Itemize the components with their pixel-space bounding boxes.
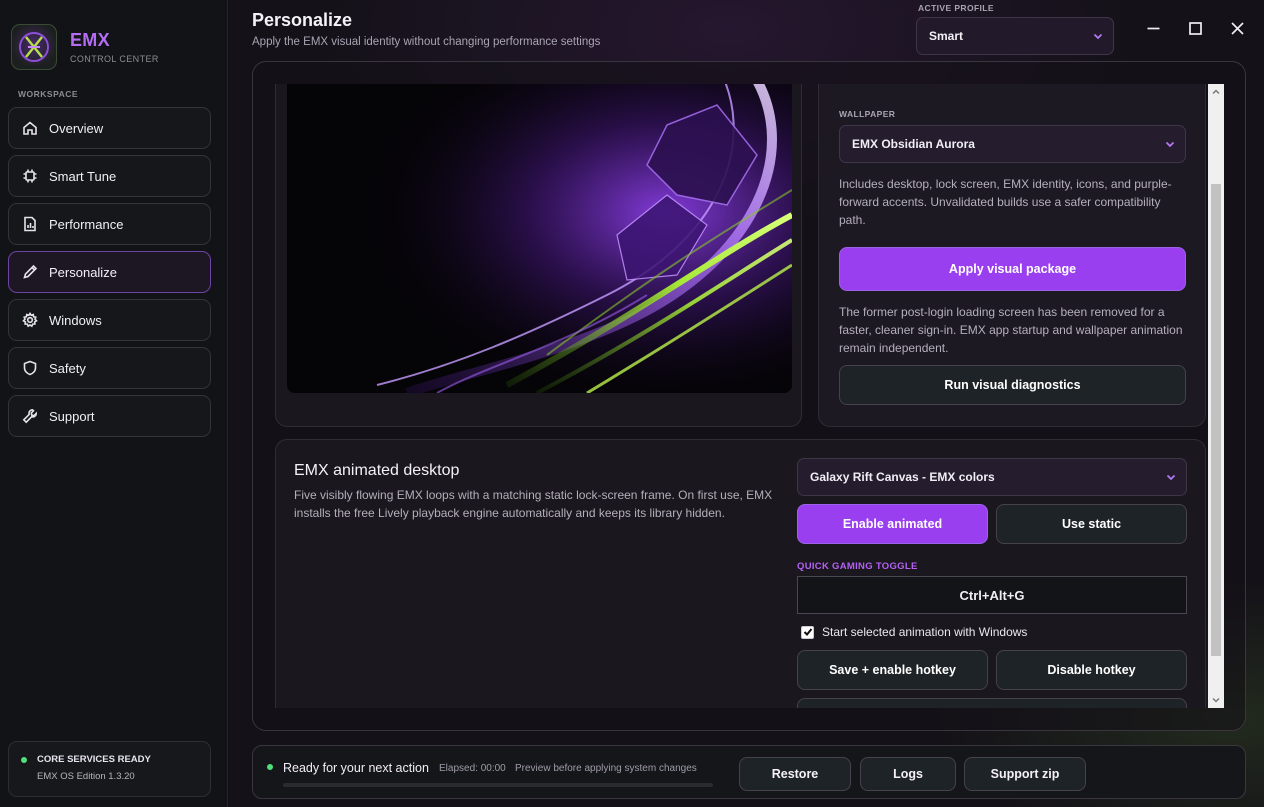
animated-desktop-description: Five visibly flowing EMX loops with a ma… xyxy=(294,488,773,520)
scroll-up-icon[interactable] xyxy=(1211,87,1221,97)
wallpaper-label: WALLPAPER xyxy=(839,109,896,119)
status-title: CORE SERVICES READY xyxy=(37,754,151,765)
run-visual-diagnostics-label: Run visual diagnostics xyxy=(944,378,1081,392)
logs-button[interactable]: Logs xyxy=(860,757,956,791)
brand-name: EMX xyxy=(70,30,110,50)
animation-select-value: Galaxy Rift Canvas - EMX colors xyxy=(810,470,995,484)
maximize-icon xyxy=(1188,21,1202,35)
support-zip-label: Support zip xyxy=(990,767,1060,781)
sidebar-item-label: Windows xyxy=(49,312,102,328)
restore-label: Restore xyxy=(771,767,819,781)
close-icon xyxy=(1230,21,1244,35)
partial-button[interactable] xyxy=(797,698,1187,708)
page-title: Personalize xyxy=(252,10,353,30)
checkbox-checked-icon[interactable] xyxy=(801,625,814,639)
restore-button[interactable]: Restore xyxy=(739,757,851,791)
enable-animated-label: Enable animated xyxy=(842,517,943,531)
version-text: EMX OS Edition 1.3.20 xyxy=(37,771,135,782)
scroll-area[interactable]: WALLPAPER EMX Obsidian Aurora Includes d… xyxy=(253,84,1207,708)
support-zip-button[interactable]: Support zip xyxy=(964,757,1086,791)
shield-icon xyxy=(21,360,38,377)
apply-visual-package-button[interactable]: Apply visual package xyxy=(839,247,1186,291)
start-with-windows-checkbox[interactable]: Start selected animation with Windows xyxy=(801,625,1027,639)
sidebar-item-windows[interactable]: Windows xyxy=(8,299,211,341)
content-frame: WALLPAPER EMX Obsidian Aurora Includes d… xyxy=(252,61,1246,731)
wallpaper-select[interactable]: EMX Obsidian Aurora xyxy=(839,125,1186,163)
disable-hotkey-button[interactable]: Disable hotkey xyxy=(996,650,1187,690)
animation-select[interactable]: Galaxy Rift Canvas - EMX colors xyxy=(797,458,1187,496)
start-with-windows-label: Start selected animation with Windows xyxy=(822,625,1028,639)
loading-screen-note: The former post-login loading screen has… xyxy=(839,305,1183,355)
home-icon xyxy=(21,120,38,137)
chevron-down-icon xyxy=(1093,31,1103,41)
page-subtitle: Apply the EMX visual identity without ch… xyxy=(252,36,601,48)
brand-subtitle: CONTROL CENTER xyxy=(70,54,159,64)
minimize-button[interactable] xyxy=(1139,14,1167,42)
sidebar-item-label: Personalize xyxy=(49,264,117,280)
hotkey-value: Ctrl+Alt+G xyxy=(959,587,1025,603)
sidebar: EMX CONTROL CENTER WORKSPACE Overview Sm… xyxy=(0,0,228,807)
wallpaper-preview-panel xyxy=(275,84,802,427)
ready-indicator xyxy=(267,764,273,770)
core-services-status: CORE SERVICES READY EMX OS Edition 1.3.2… xyxy=(8,741,211,797)
main-content: Personalize Apply the EMX visual identit… xyxy=(229,0,1264,807)
footer-status-text: Ready for your next action xyxy=(283,761,429,775)
active-profile-value: Smart xyxy=(929,29,964,43)
use-static-button[interactable]: Use static xyxy=(996,504,1187,544)
sidebar-item-overview[interactable]: Overview xyxy=(8,107,211,149)
gear-icon xyxy=(21,312,38,329)
active-profile-label: ACTIVE PROFILE xyxy=(918,3,994,13)
save-enable-hotkey-label: Save + enable hotkey xyxy=(829,663,956,677)
logs-label: Logs xyxy=(893,767,923,781)
sidebar-item-label: Smart Tune xyxy=(49,168,117,184)
sidebar-item-label: Safety xyxy=(49,360,86,376)
pen-icon xyxy=(21,264,38,281)
vertical-scrollbar[interactable] xyxy=(1208,84,1224,708)
workspace-section-label: WORKSPACE xyxy=(18,89,79,99)
sidebar-item-safety[interactable]: Safety xyxy=(8,347,211,389)
save-enable-hotkey-button[interactable]: Save + enable hotkey xyxy=(797,650,988,690)
animated-desktop-panel: EMX animated desktop Five visibly flowin… xyxy=(275,439,1206,708)
sidebar-item-personalize[interactable]: Personalize xyxy=(8,251,211,293)
elapsed-time: Elapsed: 00:00 xyxy=(439,763,506,774)
chip-icon xyxy=(21,168,38,185)
run-visual-diagnostics-button[interactable]: Run visual diagnostics xyxy=(839,365,1186,405)
disable-hotkey-label: Disable hotkey xyxy=(1047,663,1136,677)
wallpaper-select-value: EMX Obsidian Aurora xyxy=(852,137,975,151)
brand: EMX CONTROL CENTER xyxy=(11,24,159,70)
sidebar-item-performance[interactable]: Performance xyxy=(8,203,211,245)
visual-package-panel: WALLPAPER EMX Obsidian Aurora Includes d… xyxy=(818,84,1206,427)
status-footer: Ready for your next action Elapsed: 00:0… xyxy=(252,745,1246,799)
use-static-label: Use static xyxy=(1061,517,1122,531)
sidebar-item-support[interactable]: Support xyxy=(8,395,211,437)
chart-doc-icon xyxy=(21,216,38,233)
scroll-down-icon[interactable] xyxy=(1211,695,1221,705)
wrench-icon xyxy=(21,408,38,425)
sidebar-item-label: Overview xyxy=(49,120,104,136)
package-description: Includes desktop, lock screen, EMX ident… xyxy=(839,177,1172,227)
scrollbar-thumb[interactable] xyxy=(1211,184,1221,656)
sidebar-item-label: Performance xyxy=(49,216,124,232)
sidebar-item-smart-tune[interactable]: Smart Tune xyxy=(8,155,211,197)
chevron-down-icon xyxy=(1166,472,1176,482)
maximize-button[interactable] xyxy=(1181,14,1209,42)
active-profile-select[interactable]: Smart xyxy=(916,17,1114,55)
minimize-icon xyxy=(1147,27,1159,29)
hotkey-input[interactable]: Ctrl+Alt+G xyxy=(797,576,1187,614)
quick-gaming-toggle-label: QUICK GAMING TOGGLE xyxy=(797,561,918,572)
footer-hint: Preview before applying system changes xyxy=(515,763,697,774)
chevron-down-icon xyxy=(1165,139,1175,149)
status-indicator xyxy=(21,756,27,763)
sidebar-item-label: Support xyxy=(49,408,95,424)
emx-logo xyxy=(11,24,57,70)
animated-desktop-title: EMX animated desktop xyxy=(294,462,460,479)
close-button[interactable] xyxy=(1223,14,1251,42)
apply-visual-package-label: Apply visual package xyxy=(948,262,1077,276)
progress-bar xyxy=(283,783,713,787)
sidebar-nav: Overview Smart Tune Performance Personal… xyxy=(8,107,211,443)
enable-animated-button[interactable]: Enable animated xyxy=(797,504,988,544)
wallpaper-preview-image xyxy=(287,84,792,393)
